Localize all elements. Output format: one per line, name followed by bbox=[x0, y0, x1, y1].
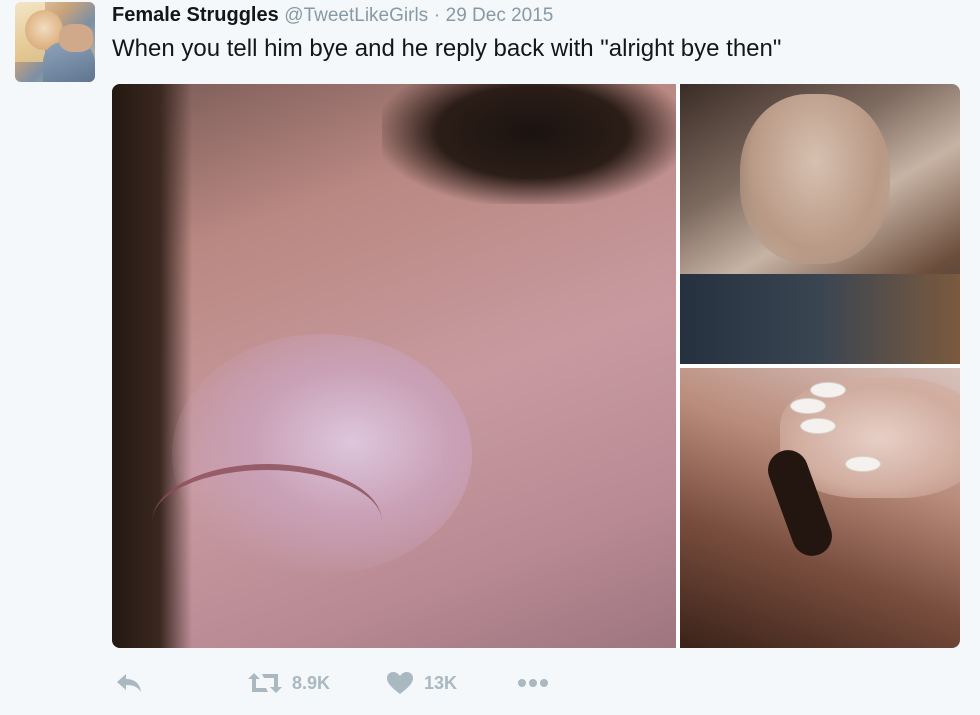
more-button[interactable] bbox=[517, 666, 549, 700]
heart-icon bbox=[386, 671, 414, 695]
retweet-count: 8.9K bbox=[292, 672, 331, 693]
tweet: Female Struggles @TweetLikeGirls · 29 De… bbox=[0, 0, 980, 715]
photo-hand-on-face[interactable] bbox=[680, 368, 960, 648]
more-icon bbox=[517, 678, 549, 688]
photo-sad-face[interactable] bbox=[680, 84, 960, 364]
like-count: 13K bbox=[424, 672, 458, 693]
retweet-icon bbox=[248, 671, 282, 695]
separator-dot: · bbox=[433, 5, 441, 26]
reply-button[interactable] bbox=[114, 666, 144, 700]
author-handle[interactable]: @TweetLikeGirls bbox=[284, 5, 428, 26]
like-button[interactable]: 13K bbox=[386, 666, 457, 700]
reply-icon bbox=[114, 671, 144, 695]
tweet-header: Female Struggles @TweetLikeGirls · 29 De… bbox=[112, 2, 553, 29]
avatar[interactable] bbox=[15, 2, 95, 82]
tweet-actions: 8.9K 13K bbox=[112, 666, 712, 700]
tweet-text: When you tell him bye and he reply back … bbox=[112, 35, 782, 62]
tweet-date[interactable]: 29 Dec 2015 bbox=[446, 5, 554, 26]
photo-closeup-nose[interactable] bbox=[112, 84, 676, 648]
retweet-button[interactable]: 8.9K bbox=[248, 666, 330, 700]
author-name[interactable]: Female Struggles bbox=[112, 4, 279, 26]
media-grid bbox=[112, 84, 960, 648]
